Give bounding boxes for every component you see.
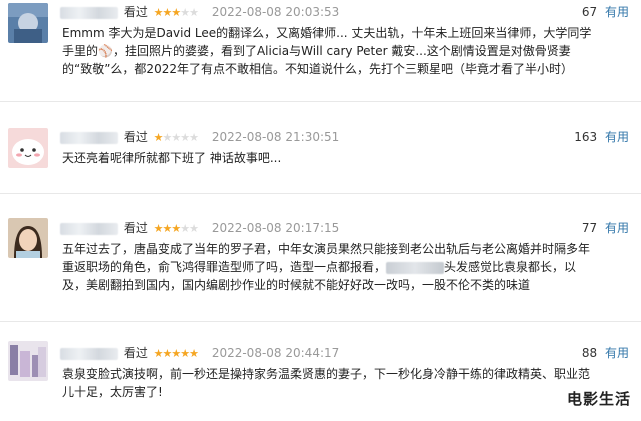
watched-label: 看过 <box>123 5 148 19</box>
watched-label: 看过 <box>123 346 148 360</box>
divider <box>0 101 641 102</box>
watched-label: 看过 <box>123 221 148 235</box>
user-avatar[interactable] <box>8 341 48 381</box>
vote-count: 77 <box>581 221 598 235</box>
vote-block: 88 有用 <box>582 343 629 363</box>
review-content: Emmm 李大为是David Lee的翻译么，又离婚律师... 丈夫出轨，十年未… <box>62 26 592 76</box>
username-blurred[interactable] <box>60 347 118 360</box>
username-blurred[interactable] <box>60 222 118 235</box>
vote-count: 67 <box>581 5 598 19</box>
username-blurred[interactable] <box>60 6 118 19</box>
review-meta: 看过 ★★★★★ 2022-08-08 21:30:51 <box>60 127 339 147</box>
rating-stars: ★★★★★ <box>153 6 199 19</box>
review-time: 2022-08-08 21:30:51 <box>211 130 340 144</box>
username-blurred[interactable] <box>60 131 118 144</box>
watched-label: 看过 <box>123 130 148 144</box>
vote-count: 163 <box>574 130 598 144</box>
rating-stars: ★★★★★ <box>153 347 199 360</box>
review-meta: 看过 ★★★★★ 2022-08-08 20:44:17 <box>60 343 339 363</box>
user-avatar[interactable] <box>8 218 48 258</box>
user-avatar[interactable] <box>8 128 48 168</box>
redacted-name <box>386 261 445 274</box>
vote-block: 67 有用 <box>582 2 629 22</box>
useful-button[interactable]: 有用 <box>605 130 629 144</box>
vote-block: 163 有用 <box>574 127 629 147</box>
rating-stars: ★★★★★ <box>153 131 199 144</box>
rating-stars: ★★★★★ <box>153 222 199 235</box>
review-time: 2022-08-08 20:44:17 <box>211 346 340 360</box>
review-meta: 看过 ★★★★★ 2022-08-08 20:03:53 <box>60 2 339 22</box>
review-content: 天还亮着呢律所就都下班了 神话故事吧... <box>62 151 282 165</box>
review-content: 袁泉变脸式演技啊，前一秒还是操持家务温柔贤惠的妻子，下一秒化身冷静干练的律政精英… <box>62 367 591 399</box>
vote-count: 88 <box>581 346 598 360</box>
useful-button[interactable]: 有用 <box>605 346 629 360</box>
divider <box>0 321 641 322</box>
review-time: 2022-08-08 20:03:53 <box>211 5 340 19</box>
watermark: 电影生活 <box>566 390 631 408</box>
user-avatar[interactable] <box>8 3 48 43</box>
review-time: 2022-08-08 20:17:15 <box>211 221 340 235</box>
review-meta: 看过 ★★★★★ 2022-08-08 20:17:15 <box>60 218 339 238</box>
useful-button[interactable]: 有用 <box>605 221 629 235</box>
divider <box>0 193 641 194</box>
review-content: 五年过去了，唐晶变成了当年的罗子君，中年女演员果然只能接到老公出轨后与老公离婚并… <box>62 240 597 294</box>
useful-button[interactable]: 有用 <box>605 5 629 19</box>
vote-block: 77 有用 <box>582 218 629 238</box>
